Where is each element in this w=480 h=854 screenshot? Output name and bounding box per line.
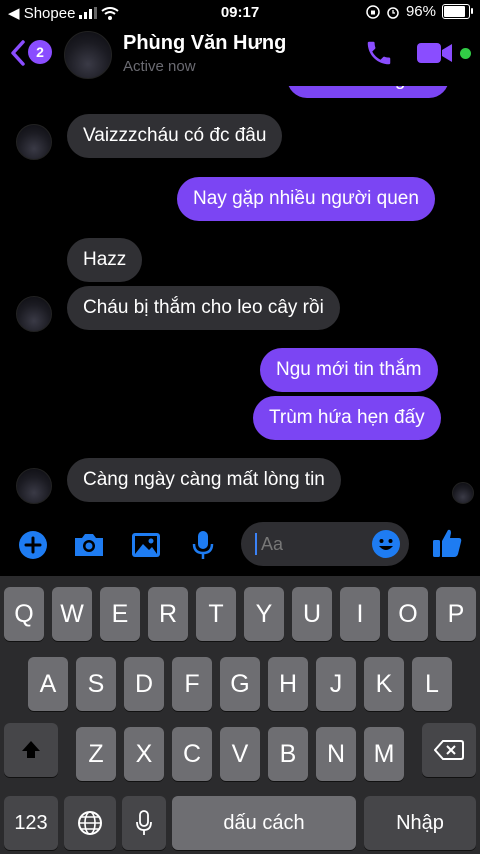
microphone-icon [136,810,152,835]
key-e[interactable]: E [100,587,140,641]
message-input-placeholder: Aa [261,534,284,554]
globe-key[interactable] [64,796,116,850]
unread-badge[interactable]: 2 [28,40,52,64]
message-bubble-outgoing[interactable]: Có làu dung k [287,86,449,98]
thumbs-up-icon[interactable] [430,526,464,560]
status-bar: ◀ Shopee 09:17 96% [0,0,480,26]
message-bubble-incoming[interactable]: Vaizzzcháu có đc đâu [67,114,283,158]
backspace-key[interactable] [422,723,476,777]
key-l[interactable]: L [412,657,452,711]
key-b[interactable]: B [268,727,308,781]
battery-fill [444,6,465,17]
message-list[interactable]: Có làu dung k Vaizzzcháu có đc đâu Nay g… [0,86,480,516]
phone-icon[interactable] [364,38,394,68]
key-d[interactable]: D [124,657,164,711]
key-x[interactable]: X [124,727,164,781]
message-bubble-incoming[interactable]: Hazz [67,238,143,282]
key-u[interactable]: U [292,587,332,641]
alarm-icon [387,6,399,19]
key-o[interactable]: O [388,587,428,641]
message-bubble-outgoing[interactable]: Nay gặp nhiều người quen [177,177,435,221]
battery-percent: 96% [405,3,436,20]
sender-avatar[interactable] [16,296,52,332]
emoji-icon[interactable] [371,529,401,559]
shift-icon [22,741,40,758]
message-bubble-outgoing[interactable]: Trùm hứa hẹn đấy [253,396,441,440]
sender-avatar[interactable] [16,124,52,160]
presence-status: Active now [123,58,196,75]
key-v[interactable]: V [220,727,260,781]
key-t[interactable]: T [196,587,236,641]
key-i[interactable]: I [340,587,380,641]
message-bubble-incoming[interactable]: Càng ngày càng mất lòng tin [67,458,341,502]
conversation-header: 2 Phùng Văn Hưng Active now [0,26,480,86]
key-a[interactable]: A [28,657,68,711]
seen-receipt-avatar [452,482,474,504]
online-indicator [460,48,471,59]
battery-icon [442,4,473,19]
key-k[interactable]: K [364,657,404,711]
key-y[interactable]: Y [244,587,284,641]
camera-icon[interactable] [72,528,106,562]
keyboard: QWERTYUIOP ASDFGHJKL ZXCVBNM 123 dấu các… [0,576,480,854]
message-bubble-outgoing[interactable]: Ngu mới tin thắm [260,348,438,392]
composer-bar: Aa [0,516,480,574]
sender-avatar[interactable] [16,468,52,504]
message-input[interactable]: Aa [241,522,409,566]
key-w[interactable]: W [52,587,92,641]
key-n[interactable]: N [316,727,356,781]
image-icon[interactable] [129,528,163,562]
key-p[interactable]: P [436,587,476,641]
numbers-key[interactable]: 123 [4,796,58,850]
key-r[interactable]: R [148,587,188,641]
backspace-icon [434,740,464,760]
space-key[interactable]: dấu cách [172,796,356,850]
globe-icon [78,811,102,835]
key-q[interactable]: Q [4,587,44,641]
return-key[interactable]: Nhập [364,796,476,850]
key-j[interactable]: J [316,657,356,711]
back-chevron-icon[interactable] [10,40,26,66]
status-right: 96% [366,3,473,20]
key-s[interactable]: S [76,657,116,711]
message-bubble-incoming[interactable]: Cháu bị thắm cho leo cây rồi [67,286,340,330]
video-camera-icon[interactable] [416,40,454,66]
contact-name[interactable]: Phùng Văn Hưng [123,32,286,55]
key-h[interactable]: H [268,657,308,711]
contact-avatar[interactable] [64,31,112,79]
key-z[interactable]: Z [76,727,116,781]
key-f[interactable]: F [172,657,212,711]
orientation-lock-icon [366,4,380,19]
dictation-key[interactable] [122,796,166,850]
key-c[interactable]: C [172,727,212,781]
plus-icon[interactable] [16,528,50,562]
microphone-icon[interactable] [186,528,220,562]
text-cursor [255,533,257,555]
key-m[interactable]: M [364,727,404,781]
key-g[interactable]: G [220,657,260,711]
shift-key[interactable] [4,723,58,777]
